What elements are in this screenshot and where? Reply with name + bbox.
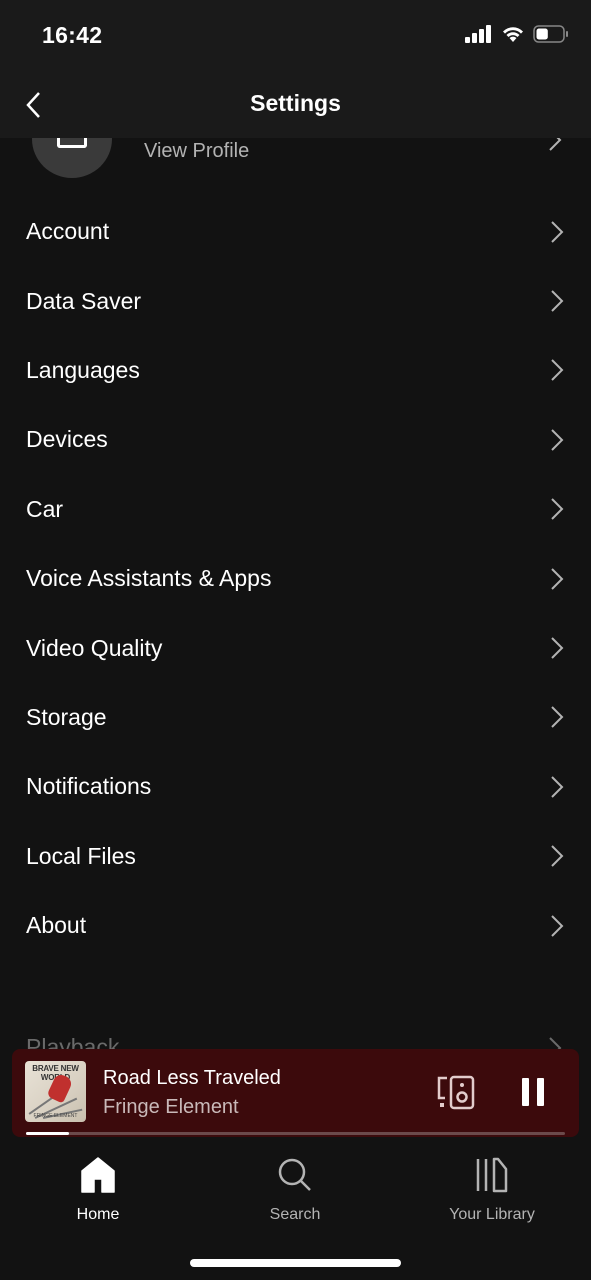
tab-search[interactable]: Search (225, 1154, 365, 1224)
settings-item-label: Storage (26, 703, 107, 730)
battery-icon (533, 25, 568, 43)
chevron-right-icon (551, 498, 564, 520)
settings-item-label: Devices (26, 426, 108, 453)
status-time: 16:42 (42, 22, 103, 48)
chevron-right-icon (551, 706, 564, 729)
settings-item-data-saver[interactable]: Data Saver (0, 266, 591, 335)
cellular-signal-icon (465, 25, 491, 43)
home-indicator[interactable] (190, 1259, 401, 1267)
status-icons (465, 25, 569, 43)
playback-progress-bar[interactable] (26, 1132, 565, 1135)
home-icon (81, 1157, 115, 1193)
chevron-right-icon (551, 637, 564, 659)
connect-devices-button[interactable] (436, 1074, 476, 1110)
settings-item-account[interactable]: Account (0, 197, 591, 266)
album-art-subtitle: FRINGE ELEMENT (33, 1113, 78, 1119)
mini-player[interactable]: BRAVE NEW WORLD FRINGE ELEMENT Road Less… (12, 1049, 579, 1137)
track-artist[interactable]: Fringe Element (103, 1096, 239, 1119)
tab-label: Your Library (449, 1206, 535, 1223)
wifi-icon (503, 27, 523, 42)
devices-icon (437, 1075, 475, 1110)
search-icon (278, 1158, 311, 1191)
chevron-right-icon (551, 914, 564, 937)
chevron-right-icon (551, 776, 564, 798)
pause-icon-bar (537, 1078, 544, 1106)
settings-item-label: Languages (26, 356, 140, 383)
status-bar: 16:42 (0, 0, 591, 70)
chevron-right-icon (551, 567, 564, 590)
settings-list: Account Data Saver Languages Devices Car… (0, 197, 591, 960)
settings-item-label: Voice Assistants & Apps (26, 565, 272, 592)
track-title[interactable]: Road Less Traveled (103, 1067, 281, 1090)
tab-label: Home (76, 1206, 120, 1223)
tab-label: Search (269, 1206, 321, 1223)
nav-header: Settings (0, 70, 591, 138)
chevron-right-icon (551, 290, 564, 312)
tab-home[interactable]: Home (28, 1154, 168, 1224)
chevron-right-icon (551, 220, 564, 243)
view-profile-link[interactable]: View Profile (144, 140, 249, 163)
settings-item-local-files[interactable]: Local Files (0, 822, 591, 891)
settings-item-label: Account (26, 218, 110, 245)
settings-item-label: Car (26, 495, 64, 522)
album-art[interactable]: BRAVE NEW WORLD FRINGE ELEMENT (25, 1061, 86, 1122)
page-title: Settings (250, 90, 341, 116)
settings-item-label: Video Quality (26, 634, 163, 661)
chevron-right-icon (551, 359, 564, 382)
settings-item-label: Local Files (26, 842, 136, 869)
settings-item-notifications[interactable]: Notifications (0, 752, 591, 821)
settings-item-voice-assistants[interactable]: Voice Assistants & Apps (0, 544, 591, 613)
settings-item-label: Notifications (26, 773, 152, 800)
settings-item-label: Data Saver (26, 287, 142, 314)
settings-item-car[interactable]: Car (0, 475, 591, 544)
tab-your-library[interactable]: Your Library (422, 1154, 562, 1224)
playback-progress-fill (26, 1132, 70, 1135)
library-icon (476, 1157, 508, 1193)
pause-icon (522, 1078, 529, 1106)
settings-item-video-quality[interactable]: Video Quality (0, 613, 591, 682)
settings-item-devices[interactable]: Devices (0, 405, 591, 474)
settings-item-storage[interactable]: Storage (0, 683, 591, 752)
settings-item-label: About (26, 912, 87, 939)
pause-button[interactable] (518, 1076, 548, 1108)
settings-item-languages[interactable]: Languages (0, 336, 591, 405)
chevron-right-icon (551, 429, 564, 451)
chevron-right-icon (551, 845, 564, 867)
settings-item-about[interactable]: About (0, 891, 591, 960)
